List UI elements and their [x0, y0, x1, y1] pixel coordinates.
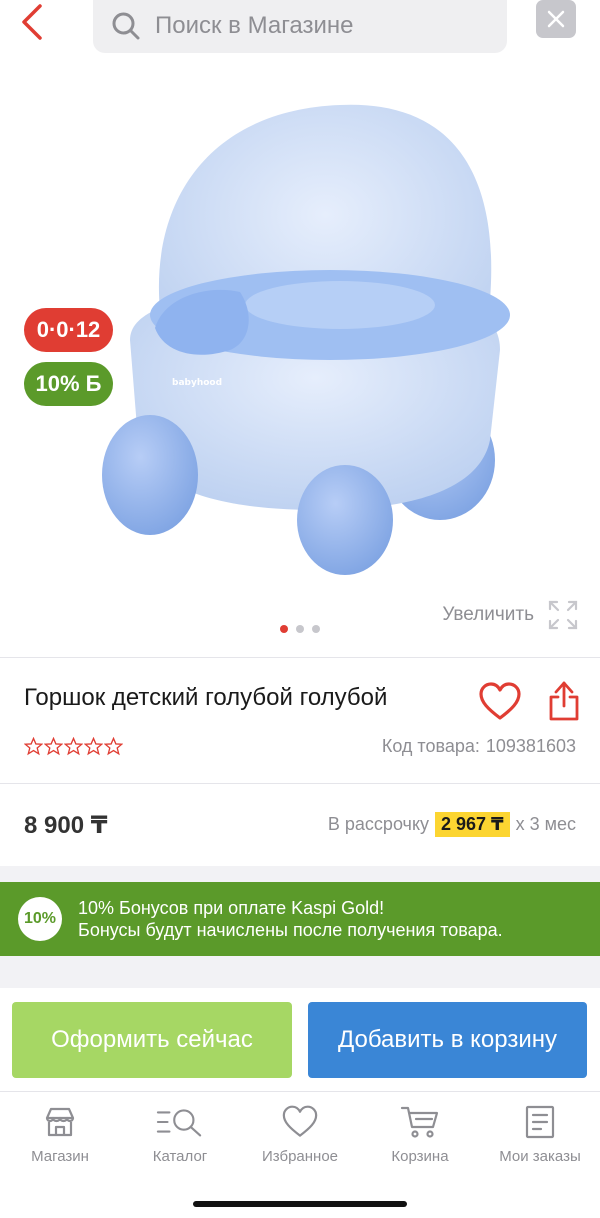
nav-label: Корзина [391, 1148, 449, 1165]
nav-label: Магазин [31, 1148, 89, 1165]
orders-icon [516, 1102, 564, 1142]
nav-item-store[interactable]: Магазин [0, 1092, 120, 1181]
section-spacer [0, 866, 600, 882]
product-code: Код товара: 109381603 [382, 736, 576, 757]
heart-icon [479, 682, 521, 720]
star-icon [44, 737, 63, 756]
bottom-nav: Магазин Каталог Избранное Корзина Мои за… [0, 1091, 600, 1181]
nav-label: Избранное [261, 1148, 339, 1165]
share-icon [549, 681, 579, 721]
section-spacer [0, 956, 600, 988]
bonus-percent-badge: 10% [18, 897, 62, 941]
installment-badge: 0·0·12 [24, 308, 113, 352]
nav-item-orders[interactable]: Мои заказы [480, 1092, 600, 1181]
close-button[interactable] [536, 0, 576, 38]
back-button[interactable] [18, 0, 58, 44]
buy-now-button[interactable]: Оформить сейчас [12, 1002, 292, 1078]
bonus-line-2: Бонусы будут начислены после получения т… [78, 920, 503, 940]
expand-icon [548, 600, 578, 630]
star-icon [64, 737, 83, 756]
home-indicator [193, 1201, 407, 1207]
nav-label: Каталог [152, 1148, 208, 1165]
product-gallery[interactable]: babyhood 0·0·12 10% Б Увеличить [0, 60, 600, 656]
share-button[interactable] [546, 680, 582, 722]
product-image[interactable]: babyhood [90, 80, 530, 580]
sku-value: 109381603 [485, 736, 576, 756]
star-icon [104, 737, 123, 756]
catalog-icon [156, 1102, 204, 1142]
search-input[interactable]: Поиск в Магазине [93, 0, 507, 53]
store-icon [36, 1102, 84, 1142]
bonus-line-1: 10% Бонусов при оплате Kaspi Gold! [78, 898, 385, 918]
bonus-badge: 10% Б [24, 362, 113, 406]
installment-suffix: х 3 мес [515, 814, 576, 834]
nav-item-favorites[interactable]: Избранное [240, 1092, 360, 1181]
product-title: Горшок детский голубой голубой [24, 684, 388, 711]
heart-icon [276, 1102, 324, 1142]
zoom-button[interactable]: Увеличить [442, 600, 578, 630]
nav-label: Мои заказы [499, 1148, 581, 1165]
nav-item-catalog[interactable]: Каталог [120, 1092, 240, 1181]
zoom-label: Увеличить [442, 604, 534, 625]
search-icon [111, 9, 145, 43]
bonus-banner[interactable]: 10% 10% Бонусов при оплате Kaspi Gold! Б… [0, 882, 600, 956]
chevron-left-icon [22, 4, 42, 40]
svg-text:babyhood: babyhood [172, 378, 222, 388]
divider [0, 657, 600, 658]
installment-info[interactable]: В рассрочку 2 967 ₸ х 3 мес [328, 812, 576, 837]
star-icon [24, 737, 43, 756]
carousel-dots [280, 625, 320, 633]
product-price: 8 900 ₸ [24, 812, 108, 839]
rating-stars [24, 737, 123, 756]
top-bar: Поиск в Магазине [0, 0, 600, 60]
divider [0, 783, 600, 784]
installment-amount: 2 967 ₸ [435, 812, 510, 837]
carousel-dot[interactable] [312, 625, 320, 633]
nav-item-cart[interactable]: Корзина [360, 1092, 480, 1181]
add-to-cart-button[interactable]: Добавить в корзину [308, 1002, 587, 1078]
cart-icon [396, 1102, 444, 1142]
star-icon [84, 737, 103, 756]
carousel-dot[interactable] [280, 625, 288, 633]
favorite-button[interactable] [478, 682, 522, 722]
search-placeholder: Поиск в Магазине [155, 11, 354, 39]
carousel-dot[interactable] [296, 625, 304, 633]
installment-prefix: В рассрочку [327, 814, 430, 834]
bonus-text: 10% Бонусов при оплате Kaspi Gold! Бонус… [78, 897, 503, 941]
close-icon [547, 10, 565, 28]
sku-label: Код товара: [381, 736, 480, 756]
